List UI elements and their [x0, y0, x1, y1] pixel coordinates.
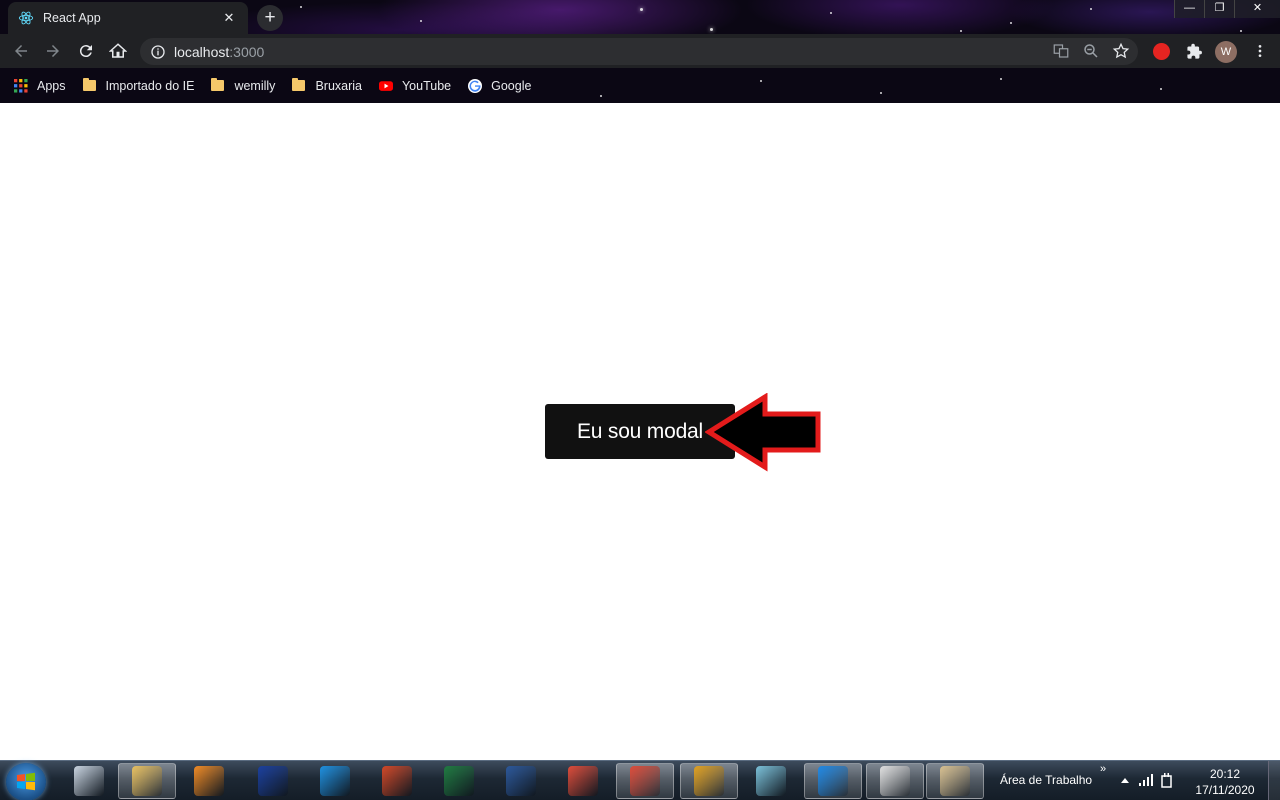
- bookmarks-bar: Apps Importado do IE wemilly Bruxaria Yo…: [0, 68, 1280, 103]
- bookmark-label: Apps: [37, 78, 66, 93]
- note-app-icon: [756, 766, 786, 796]
- taskbar-app-powerpoint[interactable]: [368, 763, 426, 799]
- taskbar-app-chrome[interactable]: [554, 763, 612, 799]
- bookmark-bruxaria[interactable]: Bruxaria: [292, 78, 362, 93]
- bookmark-importado-do-ie[interactable]: Importado do IE: [82, 78, 195, 93]
- taskbar-app-file-explorer[interactable]: [118, 763, 176, 799]
- bookmark-label: wemilly: [234, 78, 276, 93]
- paint-icon: [940, 766, 970, 796]
- info-icon[interactable]: [150, 44, 166, 60]
- bookmark-wemilly[interactable]: wemilly: [211, 78, 276, 93]
- internet-explorer-icon: [320, 766, 350, 796]
- tab-close-icon[interactable]: ✕: [220, 9, 238, 27]
- toolbar-chevron-icon[interactable]: »: [1100, 763, 1106, 775]
- browser-chrome: React App ✕ + — ❐ ✕ localhost:3000 W Ap…: [0, 0, 1280, 103]
- home-icon[interactable]: [108, 41, 128, 61]
- menu-kebab-icon[interactable]: [1250, 41, 1270, 61]
- zoom-icon[interactable]: [1082, 42, 1100, 60]
- file-explorer-icon: [132, 766, 162, 796]
- bookmark-label: Bruxaria: [315, 78, 362, 93]
- start-button[interactable]: [6, 763, 46, 800]
- bookmark-label: Google: [491, 78, 532, 93]
- translate-icon[interactable]: [1052, 42, 1070, 60]
- bookmark-label: YouTube: [401, 78, 452, 93]
- new-tab-button[interactable]: +: [257, 5, 283, 31]
- media-player-icon: [194, 766, 224, 796]
- taskbar-app-chrome-profile[interactable]: [616, 763, 674, 799]
- browser-tab[interactable]: React App ✕: [8, 2, 248, 34]
- taskbar-app-excel[interactable]: [430, 763, 488, 799]
- folder-icon: [82, 78, 96, 91]
- taskbar-app-vscode[interactable]: [804, 763, 862, 799]
- taskbar-app-scanner-app[interactable]: [244, 763, 302, 799]
- clock-time: 20:12: [1209, 767, 1241, 781]
- bookmark-youtube[interactable]: YouTube: [378, 78, 452, 93]
- red-arrow-annotation: [705, 393, 821, 472]
- excel-icon: [444, 766, 474, 796]
- taskbar-app-word[interactable]: [492, 763, 550, 799]
- tray-expand-icon[interactable]: [1120, 776, 1130, 784]
- google-icon: [468, 78, 483, 93]
- forward-icon[interactable]: [43, 41, 63, 61]
- minimize-button[interactable]: —: [1174, 0, 1204, 18]
- bookmark-star-icon[interactable]: [1112, 42, 1130, 60]
- youtube-icon: [378, 80, 393, 91]
- extension-red-icon[interactable]: [1153, 43, 1170, 60]
- url-host: localhost: [174, 43, 230, 60]
- chrome-icon: [568, 766, 598, 796]
- taskbar-app-git[interactable]: [680, 763, 738, 799]
- tab-title: React App: [43, 11, 101, 25]
- react-logo-icon: [18, 11, 34, 25]
- taskbar-app-terminal-window[interactable]: [866, 763, 924, 799]
- bookmark-label: Importado do IE: [105, 78, 195, 93]
- terminal-window-icon: [880, 766, 910, 796]
- modal-text: Eu sou modal: [576, 419, 703, 443]
- restore-button[interactable]: ❐: [1204, 0, 1234, 18]
- show-desktop-button[interactable]: [1268, 761, 1280, 800]
- apps-grid-icon: [14, 78, 28, 93]
- window-controls: — ❐ ✕: [1174, 0, 1280, 18]
- taskbar-app-snipping-tool[interactable]: [60, 763, 118, 799]
- taskbar-app-media-player[interactable]: [180, 763, 238, 799]
- bookmark-apps[interactable]: Apps: [14, 78, 66, 93]
- windows-taskbar: Área de Trabalho » 20:12 17/11/2020: [0, 760, 1280, 800]
- folder-icon: [211, 78, 225, 91]
- page-content: Eu sou modal: [0, 103, 1280, 760]
- powerpoint-icon: [382, 766, 412, 796]
- git-icon: [694, 766, 724, 796]
- clock-date: 17/11/2020: [1195, 783, 1255, 797]
- extensions-puzzle-icon[interactable]: [1184, 41, 1204, 61]
- address-bar[interactable]: localhost:3000: [140, 38, 1138, 65]
- taskbar-app-note-app[interactable]: [742, 763, 800, 799]
- taskbar-app-internet-explorer[interactable]: [306, 763, 364, 799]
- chrome-profile-icon: [630, 766, 660, 796]
- profile-avatar[interactable]: W: [1215, 41, 1237, 63]
- reload-icon[interactable]: [76, 41, 96, 61]
- folder-icon: [292, 78, 306, 91]
- taskbar-app-paint[interactable]: [926, 763, 984, 799]
- network-signal-icon[interactable]: [1138, 773, 1154, 787]
- windows-logo-icon: [17, 772, 35, 791]
- scanner-app-icon: [258, 766, 288, 796]
- browser-toolbar: localhost:3000 W: [0, 34, 1280, 68]
- back-icon[interactable]: [11, 41, 31, 61]
- close-window-button[interactable]: ✕: [1234, 0, 1280, 18]
- system-clock[interactable]: 20:12 17/11/2020: [1185, 766, 1265, 798]
- bookmark-google[interactable]: Google: [468, 78, 532, 93]
- word-icon: [506, 766, 536, 796]
- snipping-tool-icon: [74, 766, 104, 796]
- url-port: :3000: [229, 43, 265, 60]
- vscode-icon: [818, 766, 848, 796]
- power-plug-icon[interactable]: [1160, 773, 1174, 789]
- desktop-toolbar-label[interactable]: Área de Trabalho: [1000, 773, 1092, 787]
